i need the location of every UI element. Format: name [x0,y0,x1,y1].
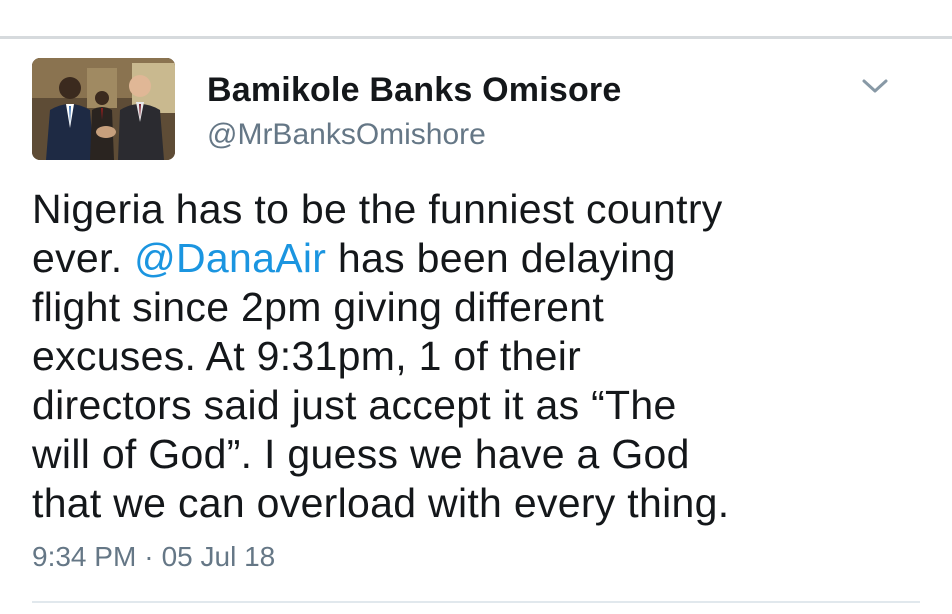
user-handle[interactable]: @MrBanksOmishore [207,118,486,152]
meta-separator: · [144,541,154,572]
tweet-text: Nigeria has to be the funniest country e… [32,185,932,528]
tweet-page: Bamikole Banks Omisore @MrBanksOmishore … [0,0,952,614]
avatar-photo [32,58,175,160]
tweet-card: Bamikole Banks Omisore @MrBanksOmishore … [0,39,952,614]
chevron-down-icon[interactable] [860,75,890,97]
mention-link[interactable]: @DanaAir [134,235,326,281]
bottom-divider [32,601,920,603]
tweet-timestamp[interactable]: 9:34 PM · 05 Jul 18 [32,541,275,573]
tweet-time: 9:34 PM [32,541,137,572]
tweet-date: 05 Jul 18 [161,541,276,572]
display-name[interactable]: Bamikole Banks Omisore [207,71,621,110]
avatar[interactable] [32,58,175,160]
